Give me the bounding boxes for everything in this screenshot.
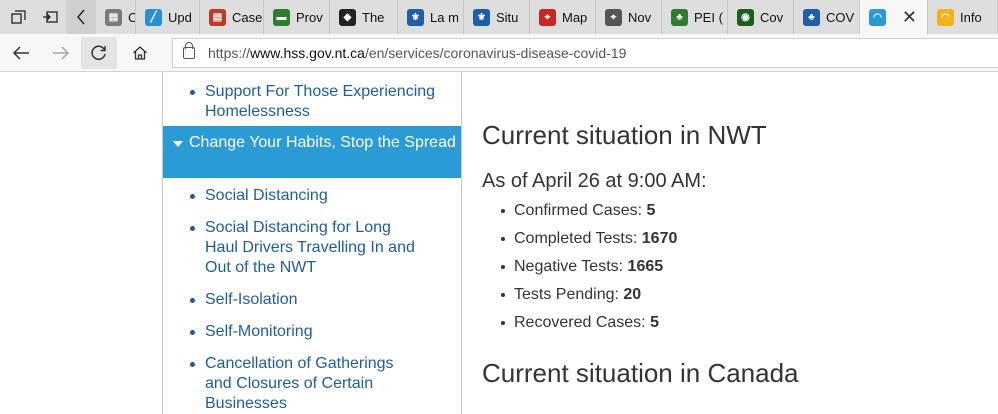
fleur-de-lis-icon: ⚜: [407, 8, 424, 26]
tab-title: Cov: [760, 9, 784, 25]
browser-tab[interactable]: ⌖ Nov: [596, 0, 662, 34]
shield-icon: ◆: [339, 8, 356, 26]
chart-icon: ╱: [145, 8, 162, 26]
sidebar-item-self-isolation[interactable]: Self-Isolation: [190, 290, 445, 310]
caret-down-icon: [173, 141, 183, 147]
home-icon: [133, 46, 147, 60]
browser-tab[interactable]: ⌖ Map: [530, 0, 596, 34]
crest-icon: ♣: [803, 8, 820, 26]
refresh-icon: [91, 45, 106, 60]
globe-icon: ◉: [737, 8, 754, 26]
sidebar-item-cancellation-of-gatherings[interactable]: Cancellation of Gatherings and Closures …: [190, 354, 405, 414]
browser-tab[interactable]: ◉ Cov: [728, 0, 794, 34]
address-bar-row: https://www.hss.gov.nt.ca/en/services/co…: [0, 34, 998, 72]
sidebar-item-social-distancing[interactable]: Social Distancing: [190, 186, 445, 206]
tab-title: Upd: [168, 9, 192, 25]
url-text: https://www.hss.gov.nt.ca/en/services/co…: [208, 45, 627, 61]
browser-tab[interactable]: ◆ The: [330, 0, 398, 34]
browser-tab[interactable]: ♣ PEI (: [662, 0, 728, 34]
web-page: Support For Those Experiencing Homelessn…: [0, 72, 998, 414]
tab-title: Situ: [496, 9, 519, 25]
browser-tab[interactable]: ♣ COV: [794, 0, 860, 34]
main-content: Current situation in NWT As of April 26 …: [482, 72, 998, 414]
sidebar-item-long-haul-drivers[interactable]: Social Distancing for Long Haul Drivers …: [190, 218, 425, 278]
sun-icon: ◠: [937, 8, 954, 26]
tab-actions-icon[interactable]: [2, 0, 34, 34]
tab-title: Prov: [296, 9, 323, 25]
page-icon: ▤: [105, 8, 122, 26]
forward-button[interactable]: [43, 37, 79, 69]
close-tab-icon[interactable]: ✕: [902, 7, 917, 28]
sidebar-nav: Support For Those Experiencing Homelessn…: [162, 72, 462, 414]
lock-icon: [183, 42, 195, 59]
tab-title: PEI (: [694, 9, 723, 25]
heading-nwt: Current situation in NWT: [482, 120, 767, 150]
browser-tab[interactable]: ⚜ La m: [398, 0, 464, 34]
nwt-logo-icon: ◠: [869, 8, 886, 26]
map-icon: ⌖: [605, 8, 622, 26]
tab-title: Case: [128, 10, 135, 25]
tab-title: The: [362, 9, 385, 25]
stat-tests-pending: Tests Pending: 20: [500, 286, 642, 303]
back-arrow-icon: [12, 46, 29, 60]
sidebar-item-label: Change Your Habits, Stop the Spread: [189, 134, 456, 151]
stat-recovered-cases: Recovered Cases: 5: [501, 314, 659, 331]
stat-negative-tests: Negative Tests: 1665: [500, 258, 664, 275]
set-aside-tabs-icon[interactable]: [34, 0, 66, 34]
tab-title: COV: [826, 9, 855, 25]
browser-tab[interactable]: ▤ Case: [200, 0, 264, 34]
heading-canada: Current situation in Canada: [482, 358, 799, 388]
forward-arrow-icon: [53, 46, 70, 60]
browser-tab[interactable]: ▤ Case: [96, 0, 136, 34]
tab-title: Nov: [628, 9, 652, 25]
sidebar-item-change-your-habits[interactable]: Change Your Habits, Stop the Spread: [163, 126, 461, 178]
tab-title: Map: [562, 9, 588, 25]
tab-title: Info: [960, 9, 982, 25]
address-field[interactable]: https://www.hss.gov.nt.ca/en/services/co…: [172, 38, 998, 68]
browser-tab[interactable]: ▬ Prov: [264, 0, 330, 34]
stat-completed-tests: Completed Tests: 1670: [500, 230, 678, 247]
tab-title: Case: [232, 9, 263, 25]
map-icon: ⌖: [539, 8, 556, 26]
sidebar-item-self-monitoring[interactable]: Self-Monitoring: [190, 322, 445, 342]
back-button[interactable]: [3, 37, 39, 69]
flag-icon: ▬: [273, 8, 290, 26]
browser-tab[interactable]: ╱ Upd: [136, 0, 200, 34]
as-of-date: As of April 26 at 9:00 AM:: [482, 170, 707, 192]
crest-icon: ♣: [671, 8, 688, 26]
browser-tab[interactable]: ⚜ Situ: [464, 0, 530, 34]
page-icon: ▤: [209, 8, 226, 26]
refresh-button[interactable]: [81, 37, 117, 69]
fleur-de-lis-icon: ⚜: [473, 8, 490, 26]
tab-title: La m: [430, 9, 459, 25]
tab-strip: ▤ Case ╱ Upd ▤ Case ▬ Prov ◆ The ⚜ La m ⚜ Situ ⌖ Map ⌖ No…: [0, 0, 998, 34]
browser-tab[interactable]: ◠ Info: [928, 0, 998, 34]
sidebar-item-homelessness[interactable]: Support For Those Experiencing Homelessn…: [190, 82, 445, 122]
home-button[interactable]: [122, 37, 158, 69]
stat-confirmed-cases: Confirmed Cases: 5: [500, 202, 656, 219]
browser-tab[interactable]: ◠ ✕: [860, 0, 928, 34]
scroll-tabs-left-icon[interactable]: [66, 0, 96, 34]
